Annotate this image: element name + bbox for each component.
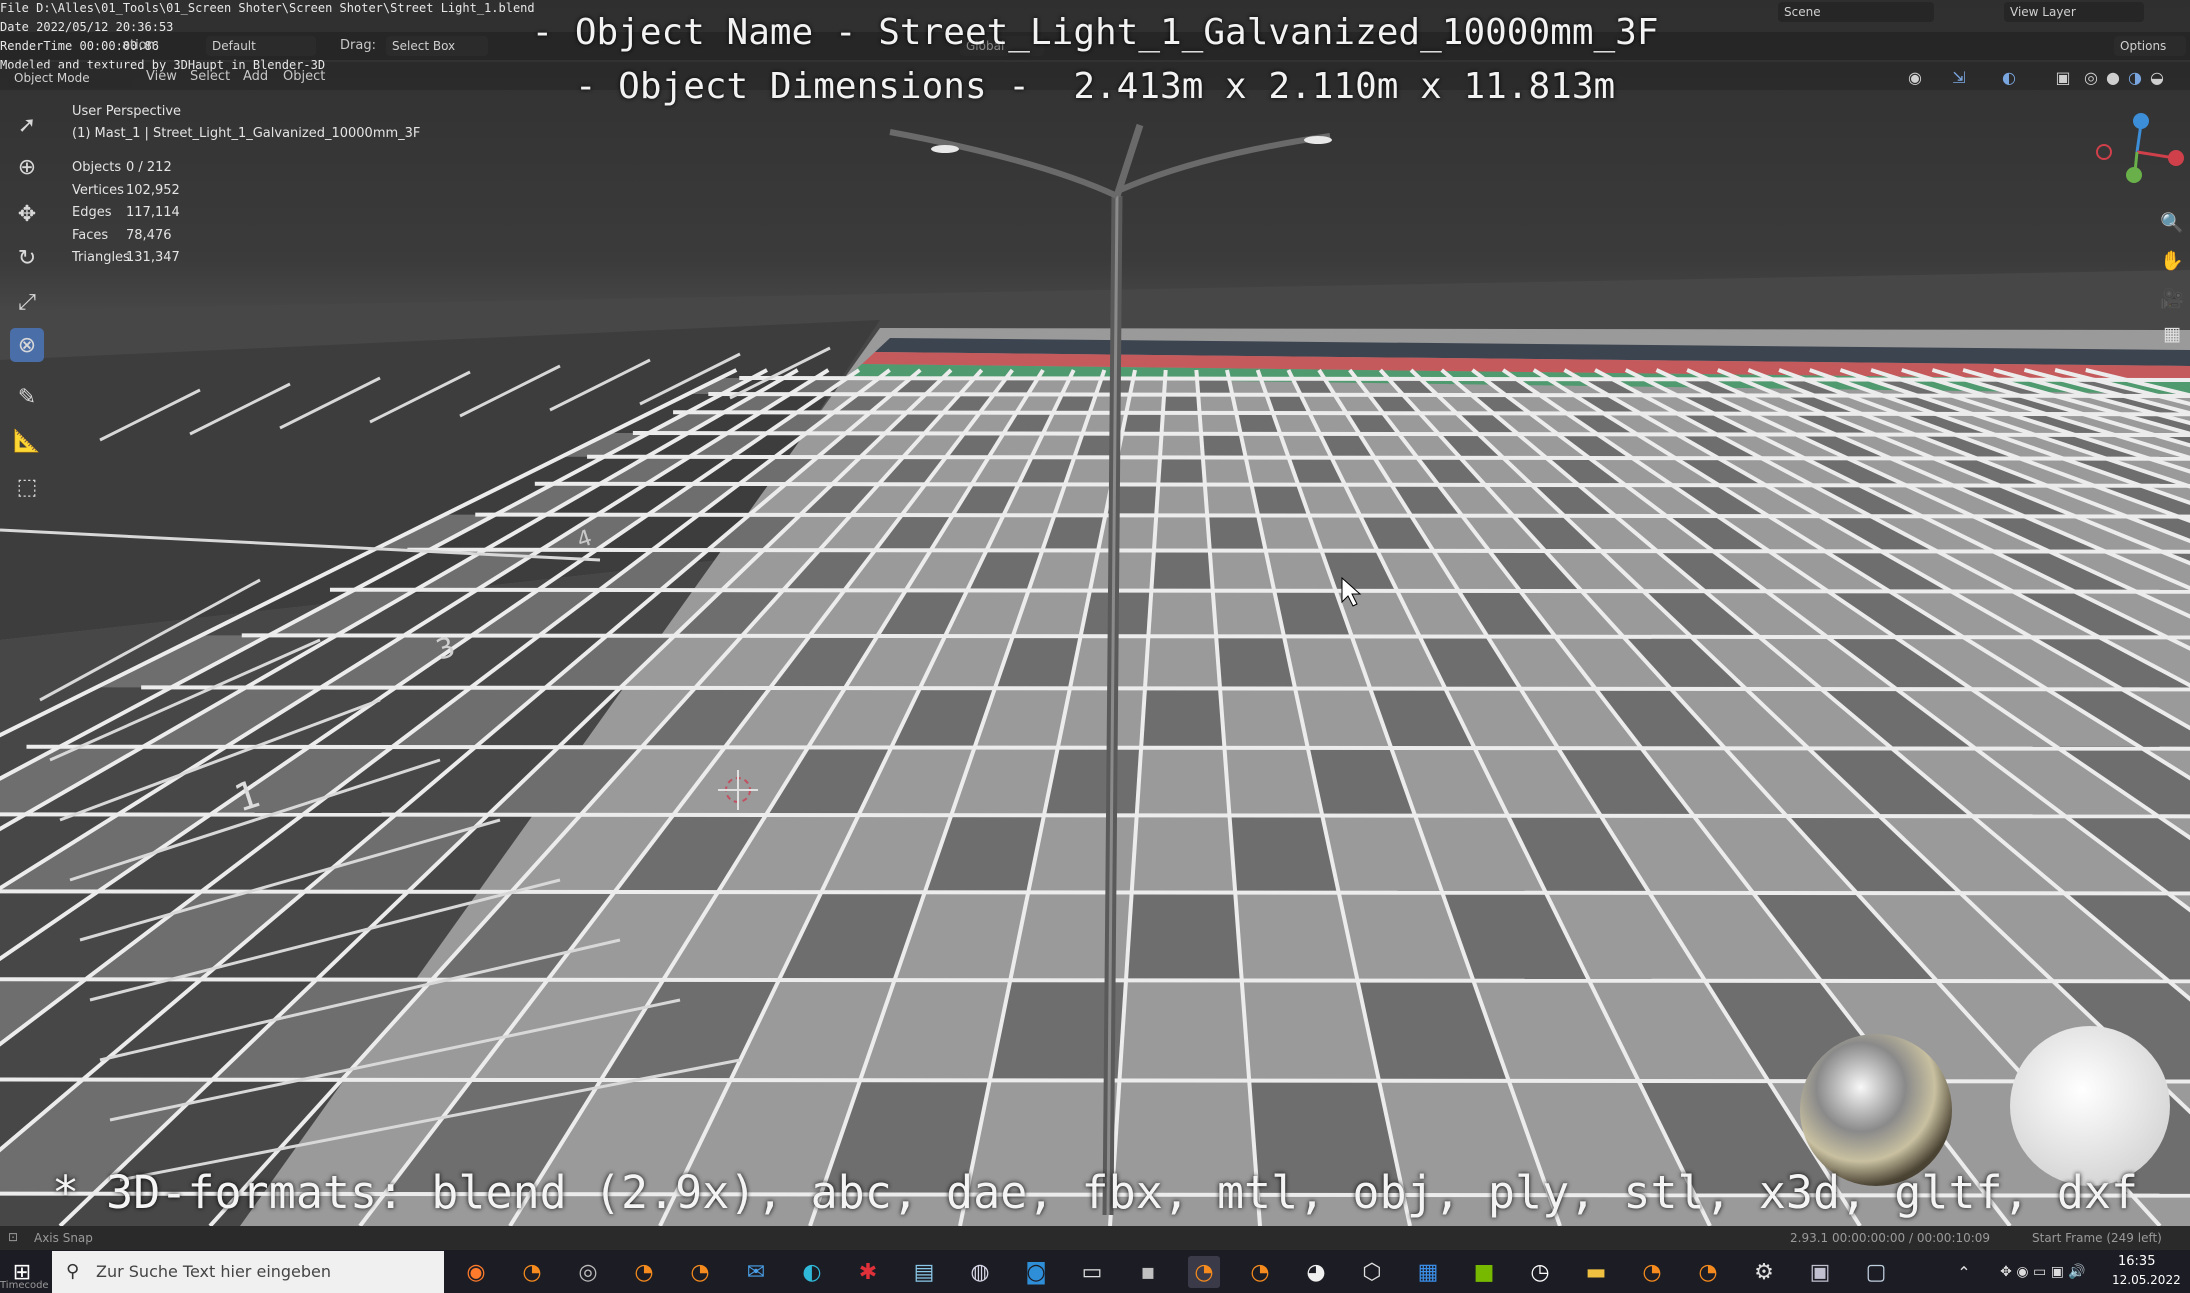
- app-icon-1[interactable]: ◍: [964, 1256, 996, 1288]
- blender-icon[interactable]: ◔: [516, 1256, 548, 1288]
- panda-icon[interactable]: ◕: [1300, 1256, 1332, 1288]
- notepad-icon[interactable]: ▤: [908, 1256, 940, 1288]
- terminal-icon[interactable]: ▭: [1076, 1256, 1108, 1288]
- cursor-tool[interactable]: ⊕: [10, 150, 44, 184]
- start-frame-label: Start Frame (249 left): [2032, 1231, 2162, 1245]
- network-app-icon[interactable]: ▣: [1804, 1256, 1836, 1288]
- taskbar-time: 16:35: [2118, 1254, 2156, 1269]
- ortho-grid-icon[interactable]: ▦: [2158, 320, 2186, 348]
- mail-icon[interactable]: ✉: [740, 1256, 772, 1288]
- floor-tile: [1122, 412, 1163, 434]
- search-icon: ⚲: [66, 1261, 80, 1282]
- measure-tool[interactable]: 📐: [10, 424, 44, 458]
- tray-icons[interactable]: ✥ ◉ ▭ ▣ 🔊: [1978, 1256, 2108, 1288]
- store-icon[interactable]: ◙: [1020, 1256, 1052, 1288]
- scale-tool[interactable]: ⤢: [10, 285, 44, 319]
- zoom-icon[interactable]: 🔍: [2158, 208, 2186, 236]
- timecode-label: Timecode: [0, 1280, 49, 1291]
- floor-grid-row: [407, 547, 2190, 554]
- floor-grid-row: [0, 812, 2190, 819]
- floor-tile: [1229, 814, 1339, 892]
- 3d-viewport[interactable]: 1 3 4 File D:\Alles\01_Tools\01_Screen S…: [0, 0, 2190, 1226]
- add-cube-tool[interactable]: ⬚: [10, 470, 44, 504]
- camera-view-icon[interactable]: 🎥: [2158, 284, 2186, 312]
- floor-tile: [1201, 433, 1246, 457]
- axis-snap-icon: ⊡: [8, 1230, 19, 1244]
- taskbar-search-box[interactable]: ⚲ Zur Suche Text hier eingeben: [52, 1251, 444, 1293]
- formats-overlay: * 3D-formats: blend (2.9x), abc, dae, fb…: [52, 1166, 2139, 1219]
- calendar-icon[interactable]: ▦: [1412, 1256, 1444, 1288]
- window-app-icon[interactable]: ▢: [1860, 1256, 1892, 1288]
- version-time-label: 2.93.1 00:00:00:00 / 00:00:10:09: [1790, 1231, 1991, 1245]
- floor-tile: [1216, 635, 1295, 688]
- status-bar: ⊡ Axis Snap 2.93.1 00:00:00:00 / 00:00:1…: [0, 1226, 2190, 1250]
- blender-icon-2[interactable]: ◔: [628, 1256, 660, 1288]
- rotate-tool[interactable]: ↻: [10, 241, 44, 275]
- floor-tile: [1126, 891, 1242, 980]
- perspective-label: User Perspective: [72, 104, 182, 119]
- obs-icon[interactable]: ◎: [572, 1256, 604, 1288]
- settings-gear-icon[interactable]: ⚙: [1748, 1256, 1780, 1288]
- floor-tile: [1151, 549, 1213, 590]
- blender-icon-3[interactable]: ◔: [684, 1256, 716, 1288]
- blender-icon-5[interactable]: ◔: [1636, 1256, 1668, 1288]
- bug-app-icon[interactable]: ✱: [852, 1256, 884, 1288]
- scene-statistics: Objects 0 / 212 Vertices 102,952 Edges 117,…: [72, 160, 180, 273]
- floor-tile: [1162, 394, 1200, 413]
- cube-3d-icon[interactable]: ⬡: [1356, 1256, 1388, 1288]
- hdri-diffuse-sphere: [2010, 1026, 2170, 1186]
- navigation-gizmo: [2096, 113, 2184, 183]
- clock-app-icon[interactable]: ◷: [1524, 1256, 1556, 1288]
- floor-tile: [1158, 456, 1205, 484]
- search-placeholder: Zur Suche Text hier eingeben: [96, 1262, 332, 1281]
- nvidia-icon[interactable]: ■: [1468, 1256, 1500, 1288]
- transform-tool[interactable]: ⊗: [10, 328, 44, 362]
- floor-grid-row: [0, 889, 2190, 896]
- hdri-chrome-sphere: [1800, 1034, 1952, 1186]
- stat-row-objects: Objects 0 / 212: [72, 160, 172, 175]
- floor-grid-row: [329, 587, 2190, 594]
- blender-active-icon[interactable]: ◔: [1188, 1256, 1220, 1288]
- floor-grid-row: [0, 977, 2190, 984]
- floor-grid-row: [475, 512, 2190, 519]
- stat-row-edges: Edges 117,114: [72, 205, 180, 220]
- pan-hand-icon[interactable]: ✋: [2158, 246, 2186, 274]
- active-object-label: (1) Mast_1 | Street_Light_1_Galvanized_1…: [72, 126, 421, 141]
- object-dimensions-overlay: - Object Dimensions - 2.413m x 2.110m x …: [574, 66, 1616, 107]
- taskbar-date: 12.05.2022: [2112, 1273, 2181, 1287]
- object-name-overlay: - Object Name - Street_Light_1_Galvanize…: [531, 12, 1659, 53]
- stat-row-triangles: Triangles 131,347: [72, 250, 180, 265]
- scene-render: 1 3 4: [0, 113, 2190, 1226]
- stat-row-faces: Faces 78,476: [72, 227, 172, 243]
- blender-icon-6[interactable]: ◔: [1692, 1256, 1724, 1288]
- axis-snap-label: Axis Snap: [34, 1231, 93, 1245]
- blender-icon-4[interactable]: ◔: [1244, 1256, 1276, 1288]
- annotate-tool[interactable]: ✎: [10, 380, 44, 414]
- floor-grid-row: [708, 392, 2190, 398]
- floor-tile: [1044, 746, 1142, 815]
- game-icon[interactable]: ▪: [1132, 1256, 1164, 1288]
- floor-tile: [1207, 514, 1266, 550]
- windows-taskbar: ⊞ ⚲ Zur Suche Text hier eingeben ◉ ◔ ◎ ◔…: [0, 1250, 2190, 1293]
- select-box-tool[interactable]: ➚: [10, 108, 44, 142]
- file-explorer-icon[interactable]: ▬: [1580, 1256, 1612, 1288]
- stat-row-vertices: Vertices 102,952: [72, 182, 180, 198]
- move-tool[interactable]: ✥: [10, 197, 44, 231]
- tray-chevron-icon[interactable]: ⌃: [1948, 1256, 1980, 1288]
- firefox-icon[interactable]: ◉: [460, 1256, 492, 1288]
- floor-grid-row: [141, 685, 2190, 692]
- floor-grid-row: [587, 454, 2190, 461]
- edge-icon[interactable]: ◐: [796, 1256, 828, 1288]
- floor-tile: [1141, 687, 1225, 747]
